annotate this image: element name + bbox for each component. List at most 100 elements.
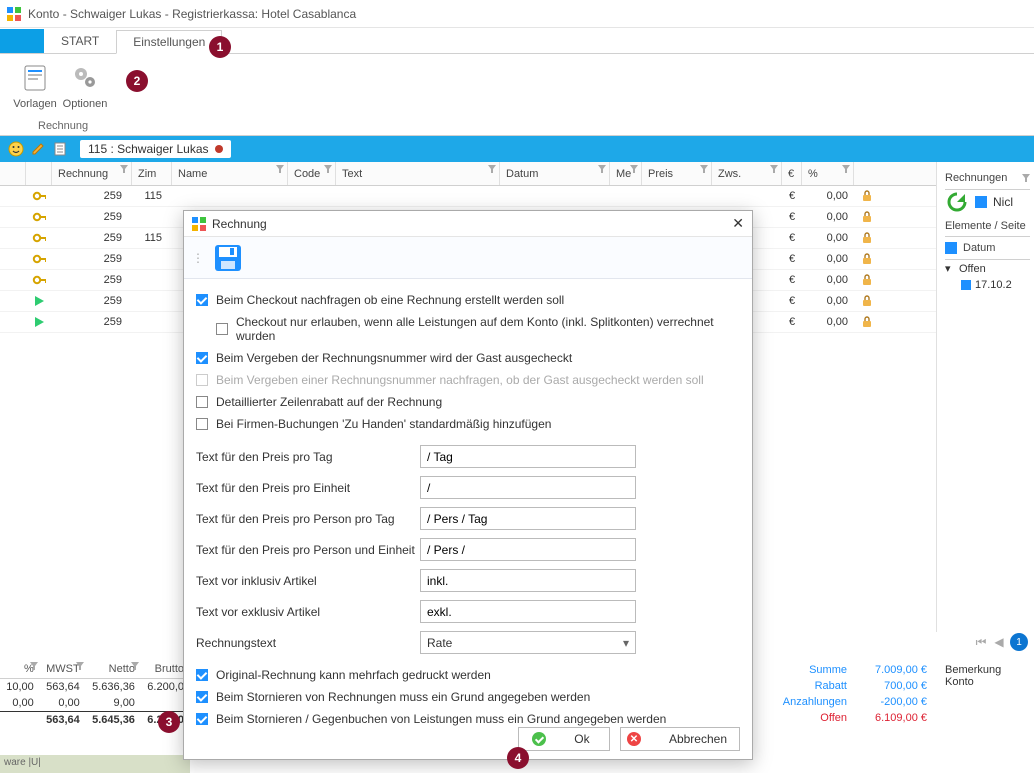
checkbox-option[interactable]: Beim Stornieren von Rechnungen muss ein … bbox=[196, 686, 740, 708]
tree-node-date[interactable]: 17.10.2 bbox=[945, 277, 1030, 293]
status-bar: ware |U| bbox=[0, 755, 190, 773]
col-datum[interactable]: Datum bbox=[963, 242, 995, 254]
col-zim[interactable]: Zim bbox=[138, 168, 156, 180]
col-datum[interactable]: Datum bbox=[506, 168, 538, 180]
cancel-button[interactable]: ✕Abbrechen bbox=[620, 727, 740, 751]
cell-pct: 0,00 bbox=[802, 207, 854, 228]
col-pct[interactable]: % bbox=[0, 660, 40, 679]
bemerkung-label: Bemerkung bbox=[945, 664, 1026, 676]
smiley-icon[interactable] bbox=[8, 141, 24, 157]
tab-start[interactable]: START bbox=[44, 29, 116, 53]
close-icon[interactable]: ✕ bbox=[732, 215, 744, 232]
col-preis[interactable]: Preis bbox=[648, 168, 673, 180]
filter-icon[interactable] bbox=[598, 165, 606, 173]
cell-euro: € bbox=[782, 186, 802, 207]
text-input[interactable] bbox=[420, 538, 636, 561]
pager: ⏮ ◀ 1 bbox=[974, 633, 1028, 651]
table-row: 0,000,009,00 bbox=[0, 695, 190, 712]
text-input[interactable] bbox=[420, 445, 636, 468]
ribbon: Vorlagen Optionen Rechnung bbox=[0, 54, 1034, 136]
checkbox-option[interactable]: Detaillierter Zeilenrabatt auf der Rechn… bbox=[196, 391, 740, 413]
cell-rechnung: 259 bbox=[52, 249, 132, 270]
save-button[interactable] bbox=[212, 242, 244, 274]
field-label: Text vor inklusiv Artikel bbox=[196, 574, 420, 588]
cell-pct: 0,00 bbox=[802, 228, 854, 249]
text-input[interactable] bbox=[420, 569, 636, 592]
col-code[interactable]: Code bbox=[294, 168, 320, 180]
cell-rechnung: 259 bbox=[52, 186, 132, 207]
text-input[interactable] bbox=[420, 600, 636, 623]
col-text[interactable]: Text bbox=[342, 168, 362, 180]
tab-einstellungen[interactable]: Einstellungen bbox=[116, 30, 222, 54]
lock-icon bbox=[854, 312, 880, 333]
checkbox-icon[interactable] bbox=[975, 196, 987, 208]
checkbox-option[interactable]: Original-Rechnung kann mehrfach gedruckt… bbox=[196, 664, 740, 686]
table-row[interactable]: 259115€0,00 bbox=[0, 186, 936, 207]
col-netto[interactable]: Netto bbox=[86, 660, 141, 679]
lock-icon bbox=[854, 207, 880, 228]
filter-icon[interactable] bbox=[700, 165, 708, 173]
refresh-icon[interactable] bbox=[945, 190, 969, 214]
ribbon-file-tab[interactable] bbox=[0, 29, 44, 53]
ok-button[interactable]: Ok bbox=[518, 727, 610, 751]
ribbon-optionen-label: Optionen bbox=[63, 98, 108, 110]
checkbox-option[interactable]: Beim Vergeben der Rechnungsnummer wird d… bbox=[196, 347, 740, 369]
col-pct[interactable]: % bbox=[808, 168, 818, 180]
document-icon[interactable] bbox=[52, 141, 68, 157]
col-rechnung[interactable]: Rechnung bbox=[58, 168, 108, 180]
annotation-badge-1: 1 bbox=[209, 36, 231, 58]
lock-icon bbox=[854, 249, 880, 270]
cancel-icon: ✕ bbox=[627, 732, 641, 746]
status-dot-icon bbox=[215, 145, 223, 153]
template-icon bbox=[19, 62, 51, 94]
col-euro[interactable]: € bbox=[788, 168, 794, 180]
tree-node-offen[interactable]: ▾ Offen bbox=[945, 260, 1030, 277]
col-name[interactable]: Name bbox=[178, 168, 207, 180]
cell-zim bbox=[132, 249, 172, 270]
key-icon bbox=[26, 228, 52, 249]
gear-icon bbox=[69, 62, 101, 94]
ribbon-group-label: Rechnung bbox=[38, 120, 88, 132]
field-label: Text für den Preis pro Einheit bbox=[196, 481, 420, 495]
ribbon-tabs: START Einstellungen bbox=[0, 28, 1034, 54]
checkbox-icon[interactable] bbox=[961, 280, 971, 290]
checkbox-label: Beim Vergeben einer Rechnungsnummer nach… bbox=[216, 373, 704, 387]
checkbox-icon bbox=[196, 691, 208, 703]
text-input[interactable] bbox=[420, 476, 636, 499]
konto-label: Konto bbox=[945, 676, 1026, 688]
col-zws[interactable]: Zws. bbox=[718, 168, 741, 180]
checkbox-option[interactable]: Bei Firmen-Buchungen 'Zu Handen' standar… bbox=[196, 413, 740, 435]
field-label: Text für den Preis pro Person und Einhei… bbox=[196, 543, 420, 557]
ribbon-optionen[interactable]: Optionen bbox=[60, 58, 110, 110]
checkbox-label: Detaillierter Zeilenrabatt auf der Rechn… bbox=[216, 395, 442, 409]
checkbox-option[interactable]: Beim Checkout nachfragen ob eine Rechnun… bbox=[196, 289, 740, 311]
ribbon-vorlagen[interactable]: Vorlagen bbox=[10, 58, 60, 110]
filter-icon[interactable] bbox=[120, 165, 128, 173]
filter-icon[interactable] bbox=[488, 165, 496, 173]
filter-icon[interactable] bbox=[842, 165, 850, 173]
account-label: 115 : Schwaiger Lukas bbox=[88, 142, 209, 156]
filter-icon[interactable] bbox=[630, 165, 638, 173]
check-icon bbox=[532, 732, 546, 746]
col-me[interactable]: Me bbox=[616, 168, 631, 180]
checkbox-icon[interactable] bbox=[945, 242, 957, 254]
pencil-icon[interactable] bbox=[30, 141, 46, 157]
filter-icon[interactable] bbox=[324, 165, 332, 173]
col-mwst[interactable]: MWST bbox=[40, 660, 86, 679]
filter-icon[interactable] bbox=[770, 165, 778, 173]
checkbox-icon bbox=[196, 418, 208, 430]
cell-zim: 115 bbox=[132, 228, 172, 249]
expand-icon[interactable]: ▾ bbox=[945, 262, 955, 275]
text-input[interactable] bbox=[420, 507, 636, 530]
cell-euro: € bbox=[782, 270, 802, 291]
cell-zim bbox=[132, 207, 172, 228]
filter-icon[interactable] bbox=[276, 165, 284, 173]
rechnungstext-combo[interactable]: Rate▾ bbox=[420, 631, 636, 654]
checkbox-option[interactable]: Checkout nur erlauben, wenn alle Leistun… bbox=[196, 311, 740, 347]
right-panel-title: Rechnungen bbox=[945, 166, 1030, 190]
filter-icon[interactable] bbox=[1022, 174, 1030, 182]
checkbox-option: Beim Vergeben einer Rechnungsnummer nach… bbox=[196, 369, 740, 391]
pager-prev[interactable]: ◀ bbox=[992, 635, 1006, 649]
cell-zim bbox=[132, 270, 172, 291]
pager-first[interactable]: ⏮ bbox=[974, 635, 988, 649]
